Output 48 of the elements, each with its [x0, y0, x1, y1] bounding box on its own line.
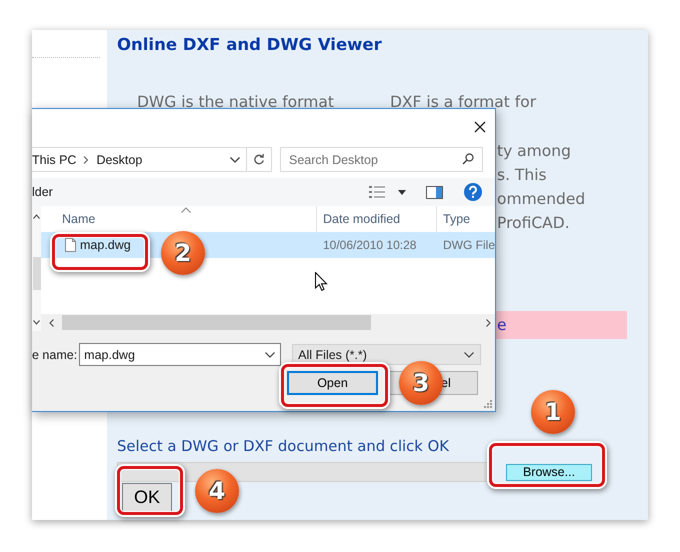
column-header[interactable]: Name [62, 212, 96, 226]
paragraph-line: s. This [497, 165, 548, 186]
scrollbar-thumb[interactable] [62, 315, 371, 330]
notice-link[interactable]: e [497, 316, 507, 334]
scroll-down-icon[interactable] [33, 320, 40, 325]
file-name-field[interactable]: map.dwg [79, 343, 282, 366]
scroll-up-icon[interactable] [33, 214, 40, 219]
mouse-cursor-icon [315, 272, 328, 291]
scroll-left-icon[interactable] [49, 318, 54, 326]
caret-down-icon[interactable] [398, 190, 406, 194]
preview-pane-icon[interactable] [426, 186, 443, 198]
paragraph-line: ProfiCAD. [497, 213, 571, 234]
breadcrumb-item[interactable]: This PC [32, 152, 76, 166]
chevron-down-icon [265, 352, 276, 358]
help-icon[interactable] [464, 183, 482, 201]
upload-prompt: Select a DWG or DXF document and click OK [117, 437, 449, 457]
file-name: map.dwg [80, 238, 131, 252]
highlight-frame [117, 466, 183, 515]
chevron-down-icon[interactable] [230, 156, 240, 162]
search-icon [462, 153, 474, 165]
paragraph-line: DXF is a format for [390, 92, 538, 113]
sort-caret-icon [181, 207, 191, 213]
ok-button[interactable]: OK [122, 483, 172, 512]
address-bar[interactable]: This PC Desktop [32, 147, 272, 172]
view-list-icon[interactable] [369, 186, 385, 198]
paragraph-line: ommended [497, 189, 586, 210]
paragraph-line: ty among [497, 141, 572, 162]
column-header[interactable]: Type [443, 212, 470, 226]
page-title: Online DXF and DWG Viewer [117, 34, 382, 56]
resize-grip-icon[interactable] [484, 400, 492, 408]
horizontal-scrollbar[interactable] [41, 314, 495, 331]
column-header[interactable]: Date modified [323, 212, 400, 226]
search-field[interactable]: Search Desktop [280, 147, 483, 172]
scroll-right-icon[interactable] [486, 318, 491, 326]
close-icon[interactable] [474, 120, 486, 132]
refresh-icon[interactable] [253, 153, 265, 166]
chevron-right-icon [83, 156, 90, 164]
file-type: DWG File [443, 238, 495, 252]
dialog-button[interactable]: Open [287, 371, 378, 395]
file-type-dropdown[interactable]: All Files (*.*) [292, 344, 482, 365]
breadcrumb-item[interactable]: Desktop [96, 152, 142, 166]
browse-button[interactable]: Browse... [506, 464, 592, 480]
paragraph-line: DWG is the native format [137, 92, 335, 113]
file-name-label: e name: [32, 348, 78, 362]
file-icon [65, 238, 76, 252]
chevron-down-icon [464, 352, 474, 358]
new-folder-button[interactable]: lder [32, 185, 53, 199]
file-date: 10/06/2010 10:28 [323, 238, 416, 252]
